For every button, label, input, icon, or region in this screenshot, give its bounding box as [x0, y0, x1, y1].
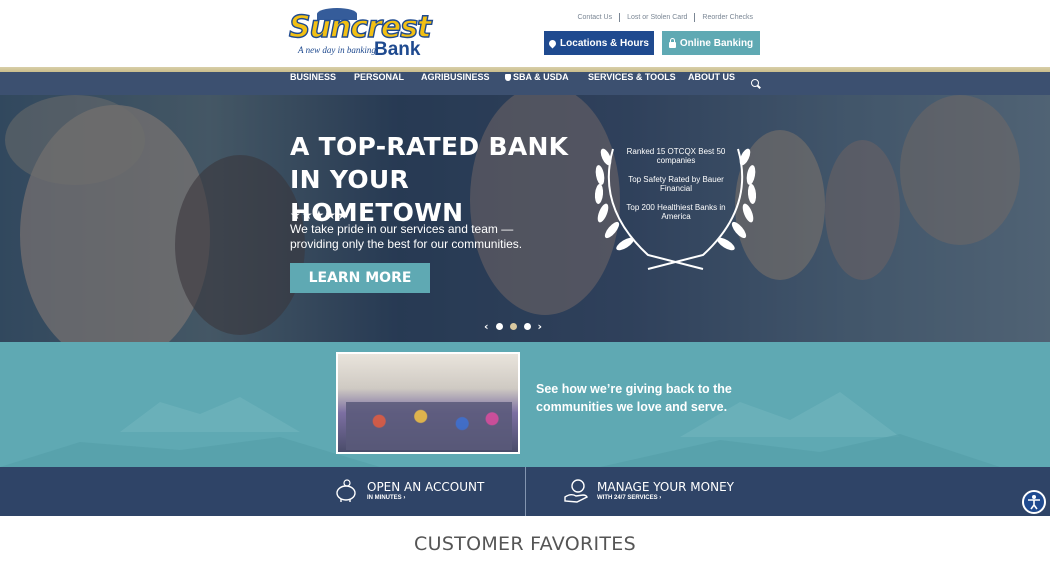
carousel-dot-2[interactable] [509, 323, 517, 330]
manage-money-title: MANAGE YOUR MONEY [597, 479, 734, 494]
nav-services-tools[interactable]: SERVICES & TOOLS [588, 72, 676, 95]
logo-bank: Bank [374, 39, 421, 60]
learn-more-button[interactable]: LEARN MORE [290, 263, 430, 293]
action-divider [525, 467, 526, 516]
logo-tagline: A new day in banking [298, 45, 376, 55]
hero-text: We take pride in our services and team —… [290, 222, 523, 251]
open-account-link[interactable]: OPEN AN ACCOUNT IN MINUTES › [333, 478, 484, 504]
manage-money-sub: WITH 24/7 SERVICES › [597, 494, 662, 501]
nav-personal[interactable]: PERSONAL [354, 72, 404, 95]
nav-agribusiness[interactable]: AGRIBUSINESS [421, 72, 490, 95]
carousel-dot-1[interactable] [495, 323, 503, 330]
nav-business[interactable]: BUSINESS [290, 72, 336, 95]
community-photo[interactable] [336, 352, 520, 454]
carousel-controls: ‹ › [484, 320, 542, 333]
carousel-dot-3[interactable] [523, 323, 531, 330]
lock-icon [668, 37, 676, 48]
online-banking-button[interactable]: Online Banking [662, 31, 760, 55]
reorder-checks-link[interactable]: Reorder Checks [694, 13, 760, 22]
hand-money-icon [564, 479, 588, 503]
hero-banner: A TOP-RATED BANK IN YOUR HOMETOWN ★★★★★ … [0, 95, 1050, 342]
search-icon[interactable] [751, 79, 759, 87]
chevron-left-icon[interactable]: ‹ [484, 320, 489, 333]
action-band: OPEN AN ACCOUNT IN MINUTES › MANAGE YOUR… [0, 467, 1050, 516]
award-laurel-badge: Ranked 15 OTCQX Best 50 companies Top Sa… [588, 137, 763, 272]
customer-favorites-heading: CUSTOMER FAVORITES [414, 533, 636, 555]
suncrest-bank-logo[interactable]: Suncrest A new day in banking Bank [288, 8, 432, 60]
contact-us-link[interactable]: Contact Us [570, 13, 619, 22]
main-nav: BUSINESS PERSONAL AGRIBUSINESS SBA & USD… [0, 72, 1050, 95]
nav-sba-usda[interactable]: SBA & USDA [505, 72, 569, 95]
site-header: Suncrest A new day in banking Bank Conta… [0, 0, 1050, 67]
manage-money-link[interactable]: MANAGE YOUR MONEY WITH 24/7 SERVICES › [563, 478, 734, 504]
online-banking-label: Online Banking [679, 37, 754, 49]
award-text: Ranked 15 OTCQX Best 50 companies Top Sa… [626, 147, 726, 231]
mountain-silhouette [0, 392, 1000, 467]
community-band: See how we’re giving back to the communi… [0, 342, 1050, 467]
award-line-2: Top Safety Rated by Bauer Financial [628, 175, 724, 193]
map-pin-icon [547, 38, 558, 48]
open-account-title: OPEN AN ACCOUNT [367, 479, 485, 494]
shield-icon [505, 74, 511, 81]
nav-about-us[interactable]: ABOUT US [688, 72, 735, 95]
accessibility-icon[interactable] [1022, 490, 1046, 514]
locations-hours-button[interactable]: Locations & Hours [544, 31, 654, 55]
piggy-bank-icon [336, 479, 356, 502]
rating-stars-icon: ★★★★★ [290, 208, 349, 222]
lost-card-link[interactable]: Lost or Stolen Card [619, 13, 694, 22]
open-account-sub: IN MINUTES › [367, 494, 406, 501]
nav-sba-label: SBA & USDA [513, 72, 569, 82]
utility-links: Contact Us Lost or Stolen Card Reorder C… [570, 13, 760, 22]
award-line-3: Top 200 Healthiest Banks in America [626, 203, 726, 221]
community-text[interactable]: See how we’re giving back to the communi… [536, 380, 766, 416]
chevron-right-icon[interactable]: › [538, 320, 543, 333]
award-line-1: Ranked 15 OTCQX Best 50 companies [626, 147, 726, 165]
locations-label: Locations & Hours [560, 37, 649, 49]
